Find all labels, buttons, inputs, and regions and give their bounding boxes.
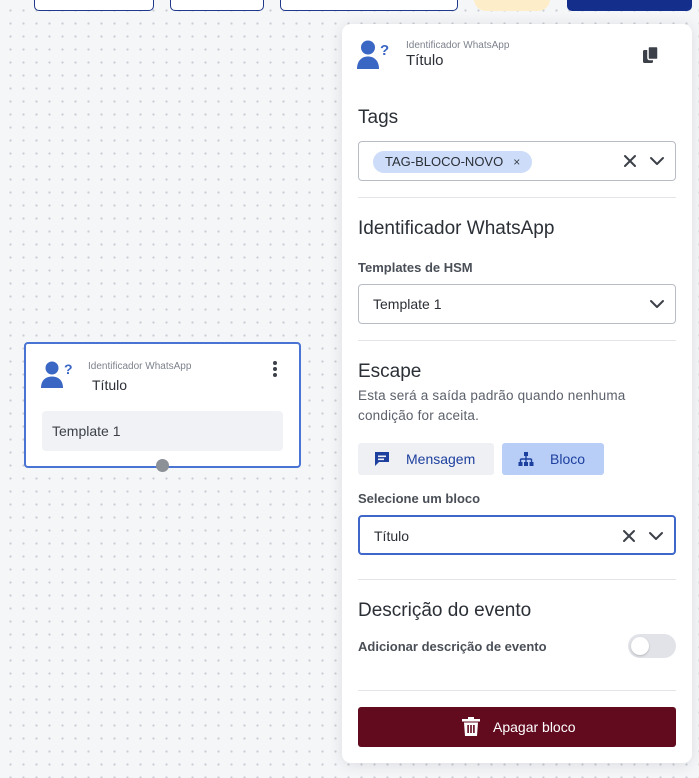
tags-select[interactable]: TAG-BLOCO-NOVO ×: [358, 141, 676, 181]
tag-chip-label: TAG-BLOCO-NOVO: [385, 154, 504, 169]
svg-text:?: ?: [380, 42, 389, 59]
identifier-heading: Identificador WhatsApp: [358, 218, 555, 239]
event-toggle-label: Adicionar descrição de evento: [358, 639, 547, 654]
trash-icon: [462, 717, 480, 736]
sitemap-icon: [518, 452, 534, 466]
delete-block-label: Apagar bloco: [493, 719, 576, 735]
toolbar-button-1[interactable]: [34, 0, 154, 11]
divider: [358, 340, 676, 341]
tags-heading: Tags: [358, 107, 399, 128]
node-title: Título: [92, 377, 128, 393]
clear-icon[interactable]: [622, 529, 636, 543]
templates-value: Template 1: [373, 296, 442, 312]
escape-option-message[interactable]: Mensagem: [358, 443, 494, 475]
escape-option-block-label: Bloco: [550, 451, 586, 467]
copy-icon[interactable]: [642, 45, 660, 64]
templates-label: Templates de HSM: [358, 260, 473, 275]
event-heading: Descrição do evento: [358, 600, 532, 621]
toolbar-trash-button[interactable]: [474, 0, 550, 11]
block-select-label: Selecione um bloco: [358, 491, 481, 506]
event-description-toggle[interactable]: [628, 634, 676, 658]
message-icon: [375, 452, 389, 466]
node-template-box: Template 1: [42, 411, 283, 451]
delete-block-button[interactable]: Apagar bloco: [358, 707, 676, 747]
panel-type-label: Identificador WhatsApp: [406, 40, 510, 51]
user-question-icon: ?: [357, 40, 391, 77]
node-output-port[interactable]: [156, 459, 169, 472]
svg-text:?: ?: [64, 361, 73, 377]
chevron-down-icon[interactable]: [649, 155, 665, 167]
block-properties-panel: ? Identificador WhatsApp Título Tags TAG…: [342, 24, 692, 763]
panel-title: Título: [406, 52, 444, 69]
canvas-block-node[interactable]: ? Identificador WhatsApp Título Template…: [24, 342, 301, 472]
chevron-down-icon[interactable]: [648, 530, 664, 542]
toolbar-save-button[interactable]: [567, 0, 692, 11]
escape-option-block[interactable]: Bloco: [502, 443, 604, 475]
more-vertical-icon[interactable]: [271, 361, 279, 379]
escape-option-message-label: Mensagem: [406, 451, 476, 467]
escape-heading: Escape: [358, 361, 422, 382]
clear-icon[interactable]: [623, 154, 637, 168]
tag-chip: TAG-BLOCO-NOVO ×: [373, 151, 533, 173]
divider: [358, 579, 676, 580]
toolbar-button-3[interactable]: [280, 0, 458, 11]
divider: [358, 197, 676, 198]
tag-chip-remove[interactable]: ×: [513, 155, 520, 169]
templates-select[interactable]: Template 1: [358, 284, 676, 324]
toggle-knob: [631, 637, 649, 655]
user-question-icon: ?: [41, 361, 75, 396]
node-type-label: Identificador WhatsApp: [88, 361, 192, 372]
block-select[interactable]: Título: [358, 515, 676, 555]
escape-description: Esta será a saída padrão quando nenhuma …: [358, 388, 626, 423]
chevron-down-icon[interactable]: [649, 298, 665, 310]
block-select-value: Título: [374, 528, 410, 544]
divider: [358, 690, 676, 691]
toolbar-button-2[interactable]: [170, 0, 264, 11]
